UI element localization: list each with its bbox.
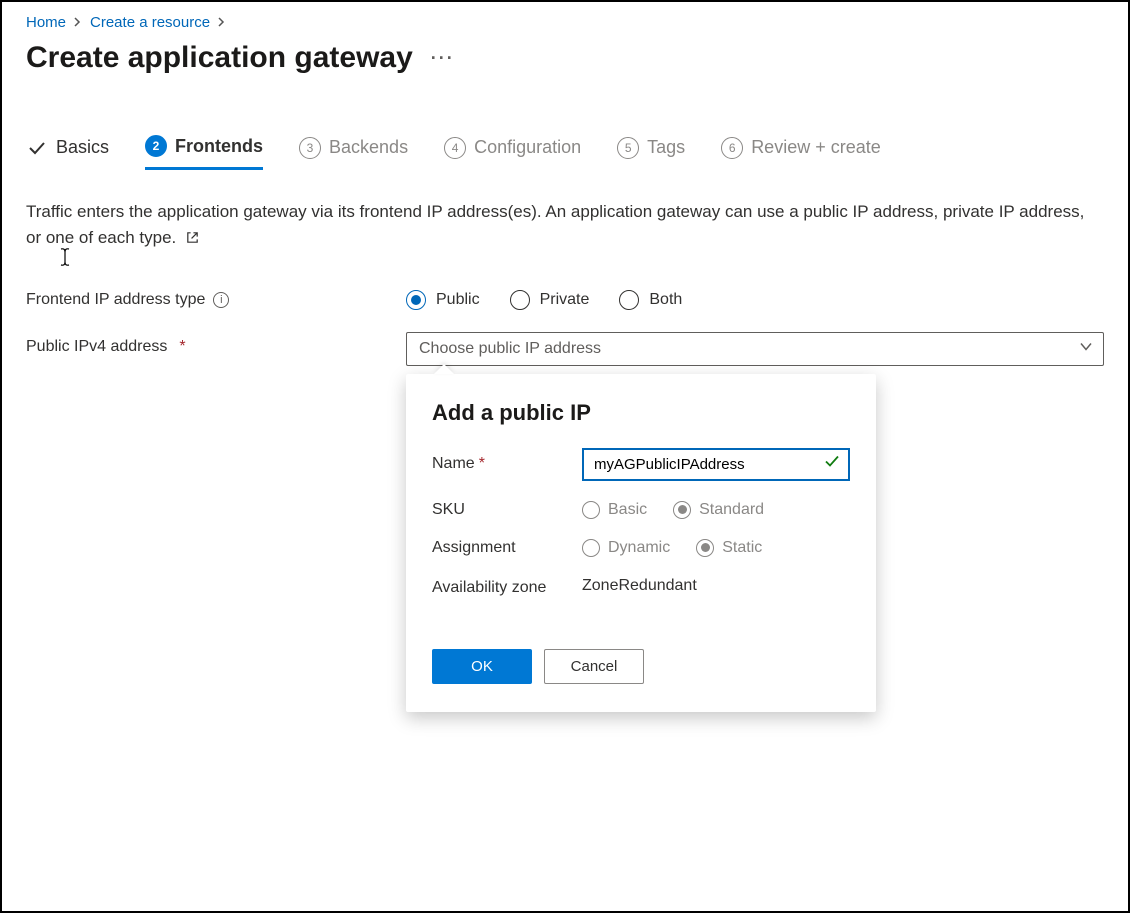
tab-backends[interactable]: 3 Backends (299, 135, 408, 170)
tab-review-create[interactable]: 6 Review + create (721, 135, 881, 170)
cancel-button[interactable]: Cancel (544, 649, 644, 684)
radio-label: Private (540, 291, 590, 309)
tab-tags[interactable]: 5 Tags (617, 135, 685, 170)
radio-label: Both (649, 291, 682, 309)
radio-public[interactable]: Public (406, 290, 480, 310)
required-indicator: * (479, 455, 485, 472)
tab-frontends[interactable]: 2 Frontends (145, 135, 263, 170)
step-number-icon: 2 (145, 135, 167, 157)
row-public-ip: Public IPv4 address* Choose public IP ad… (26, 332, 1104, 390)
valid-check-icon (824, 454, 840, 475)
radio-assign-static: Static (696, 539, 762, 557)
select-placeholder: Choose public IP address (419, 340, 601, 357)
flyout-footer: OK Cancel (432, 649, 850, 684)
label-assignment: Assignment (432, 539, 582, 557)
wizard-tabs: Basics 2 Frontends 3 Backends 4 Configur… (26, 135, 1104, 171)
external-link-icon[interactable] (185, 230, 200, 245)
fly-row-assignment: Assignment Dynamic Static (432, 539, 850, 557)
add-public-ip-flyout: Add a public IP Name* SKU Basic (406, 374, 876, 712)
chevron-right-icon (74, 16, 82, 30)
info-icon[interactable]: i (213, 292, 229, 308)
radio-group-ip-type: Public Private Both (406, 290, 682, 310)
label-sku: SKU (432, 501, 582, 519)
radio-group-assignment: Dynamic Static (582, 539, 762, 557)
radio-label: Basic (608, 501, 647, 519)
chevron-right-icon (218, 16, 226, 30)
breadcrumb-create-resource[interactable]: Create a resource (90, 14, 210, 31)
step-number-icon: 4 (444, 137, 466, 159)
select-public-ip[interactable]: Choose public IP address (406, 332, 1104, 366)
value-az: ZoneRedundant (582, 577, 850, 595)
row-frontend-ip-type: Frontend IP address type i Public Privat… (26, 290, 1104, 310)
fly-row-az: Availability zone ZoneRedundant (432, 577, 850, 599)
tab-label: Review + create (751, 137, 881, 158)
tab-label: Basics (56, 137, 109, 158)
radio-label: Standard (699, 501, 764, 519)
tab-label: Tags (647, 137, 685, 158)
tab-label: Frontends (175, 136, 263, 157)
fly-row-name: Name* (432, 448, 850, 481)
radio-icon (406, 290, 426, 310)
radio-icon (696, 539, 714, 557)
tab-label: Backends (329, 137, 408, 158)
label-public-ip: Public IPv4 address* (26, 332, 406, 356)
required-indicator: * (179, 338, 185, 356)
step-number-icon: 5 (617, 137, 639, 159)
radio-icon (510, 290, 530, 310)
radio-assign-dynamic: Dynamic (582, 539, 670, 557)
radio-private[interactable]: Private (510, 290, 590, 310)
more-actions-button[interactable]: ··· (431, 48, 455, 69)
step-number-icon: 3 (299, 137, 321, 159)
label-az: Availability zone (432, 577, 582, 599)
label-name: Name* (432, 455, 582, 473)
radio-sku-basic: Basic (582, 501, 647, 519)
page-title-text: Create application gateway (26, 41, 413, 75)
radio-label: Public (436, 291, 480, 309)
ok-button[interactable]: OK (432, 649, 532, 684)
check-icon (26, 137, 48, 159)
chevron-down-icon (1079, 339, 1093, 358)
name-input[interactable] (582, 448, 850, 481)
radio-group-sku: Basic Standard (582, 501, 764, 519)
breadcrumb: Home Create a resource (26, 14, 1104, 31)
step-number-icon: 6 (721, 137, 743, 159)
label-frontend-ip-type: Frontend IP address type i (26, 291, 406, 309)
radio-icon (582, 501, 600, 519)
radio-both[interactable]: Both (619, 290, 682, 310)
tab-configuration[interactable]: 4 Configuration (444, 135, 581, 170)
radio-icon (673, 501, 691, 519)
fly-row-sku: SKU Basic Standard (432, 501, 850, 519)
tab-basics[interactable]: Basics (26, 135, 109, 170)
breadcrumb-home[interactable]: Home (26, 14, 66, 31)
radio-label: Static (722, 539, 762, 557)
radio-icon (619, 290, 639, 310)
radio-icon (582, 539, 600, 557)
radio-label: Dynamic (608, 539, 670, 557)
tab-label: Configuration (474, 137, 581, 158)
flyout-title: Add a public IP (432, 400, 850, 426)
tab-description: Traffic enters the application gateway v… (26, 199, 1086, 252)
page-title: Create application gateway ··· (26, 41, 1104, 75)
radio-sku-standard: Standard (673, 501, 764, 519)
